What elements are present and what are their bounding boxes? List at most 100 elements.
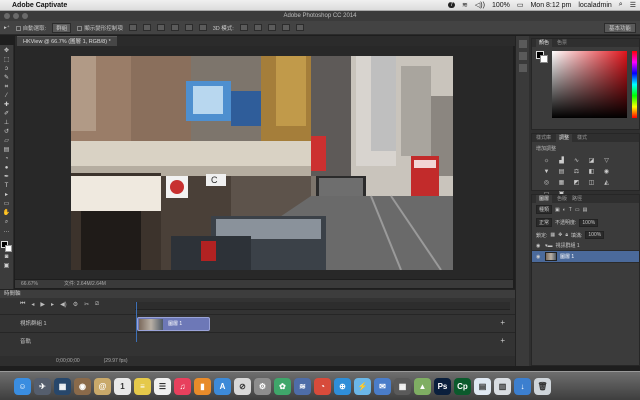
quick-select-tool-icon[interactable]: ✎ <box>3 75 11 82</box>
align-right-icon[interactable] <box>198 24 207 31</box>
notification-center-icon[interactable]: ☰ <box>630 1 636 9</box>
properties-panel-icon[interactable] <box>518 52 527 60</box>
dock-document-icon[interactable]: ▤ <box>474 377 491 395</box>
visibility-eye-icon[interactable]: ◉ <box>536 254 542 260</box>
minimize-window-button[interactable] <box>13 13 19 19</box>
file-size-info[interactable]: 文件: 2.64M/2.64M <box>64 280 106 288</box>
battery-icon[interactable]: ▭ <box>517 1 524 9</box>
dock-captivate-icon[interactable]: Cp <box>454 377 471 395</box>
prev-frame-icon[interactable]: ◂ <box>31 301 34 308</box>
color-balance-icon[interactable]: ⚖ <box>572 168 581 176</box>
black-white-icon[interactable]: ◧ <box>587 168 596 176</box>
dock-contacts-icon[interactable]: @ <box>94 377 111 395</box>
color-picker-field[interactable] <box>552 51 627 118</box>
zoom-tool-icon[interactable]: ⌕ <box>3 219 11 226</box>
go-to-first-frame-icon[interactable]: ⏮ <box>20 301 25 308</box>
playhead[interactable] <box>136 302 137 342</box>
tab-color[interactable]: 顏色 <box>536 39 553 47</box>
lock-position-icon[interactable]: ✥ <box>558 232 562 238</box>
add-audio-icon[interactable]: + <box>500 336 505 345</box>
dock-photoshop-icon[interactable]: Ps <box>434 377 451 395</box>
gradient-tool-icon[interactable]: ▤ <box>3 147 11 154</box>
dock-appstore-icon[interactable]: A <box>214 377 231 395</box>
visibility-eye-icon[interactable]: ◉ <box>536 243 542 249</box>
video-track-label[interactable]: 視訊群組 1 <box>20 319 47 327</box>
history-panel-icon[interactable] <box>518 40 527 48</box>
drag-3d-icon[interactable] <box>267 24 276 31</box>
tab-channels[interactable]: 色版 <box>557 195 567 203</box>
tab-styles[interactable]: 樣式 <box>577 134 587 142</box>
timeline-ruler[interactable] <box>135 302 510 310</box>
align-top-icon[interactable] <box>128 24 137 31</box>
filter-type-icon[interactable]: T <box>569 207 572 213</box>
dock-safari-icon[interactable]: ⊕ <box>334 377 351 395</box>
lock-pixels-icon[interactable]: ▦ <box>550 232 555 238</box>
layer-row[interactable]: ◉ 圖層 1 <box>532 251 639 263</box>
street-photo[interactable]: C C <box>71 56 453 270</box>
spotlight-icon[interactable]: ⌕ <box>619 1 623 9</box>
audio-track-label[interactable]: 音軌 <box>20 337 31 345</box>
zoom-level[interactable]: 66.67% <box>21 280 38 288</box>
tab-libraries[interactable]: 樣式庫 <box>536 134 551 142</box>
dock-mission-control-icon[interactable]: ▦ <box>54 377 71 395</box>
dock-folder-icon[interactable]: ▥ <box>494 377 511 395</box>
layer-group-row[interactable]: ◉ ▾▬ 視訊群組 1 <box>532 241 639 251</box>
align-left-icon[interactable] <box>170 24 179 31</box>
play-icon[interactable]: ▶ <box>40 301 45 308</box>
align-middle-icon[interactable] <box>142 24 151 31</box>
menubar-clock[interactable]: Mon 8:12 pm <box>530 2 571 9</box>
scale-3d-icon[interactable] <box>295 24 304 31</box>
dock-prefs-icon[interactable]: ⚙ <box>254 377 271 395</box>
dock-notes-icon[interactable]: ≡ <box>134 377 151 395</box>
dock-mail-icon[interactable]: ✉ <box>374 377 391 395</box>
filter-adjust-icon[interactable]: ◐ <box>563 207 566 213</box>
exposure-icon[interactable]: ◪ <box>587 157 596 165</box>
quick-mask-icon[interactable]: ◙ <box>3 254 11 261</box>
background-color[interactable] <box>5 245 12 252</box>
crop-tool-icon[interactable]: ⌗ <box>3 84 11 91</box>
screen-mode-icon[interactable]: ▣ <box>3 263 11 270</box>
next-frame-icon[interactable]: ▸ <box>51 301 54 308</box>
eyedropper-tool-icon[interactable]: ⁄ <box>3 93 11 100</box>
align-bottom-icon[interactable] <box>156 24 165 31</box>
hand-tool-icon[interactable]: ✋ <box>3 210 11 217</box>
stamp-tool-icon[interactable]: ⊥ <box>3 120 11 127</box>
tab-paths[interactable]: 路徑 <box>572 195 582 203</box>
show-transform-checkbox[interactable] <box>77 25 83 31</box>
move-tool-icon[interactable]: ▸⁺ <box>4 25 10 31</box>
audio-mute-icon[interactable]: ◀) <box>60 301 67 308</box>
rotate-3d-icon[interactable] <box>239 24 248 31</box>
dock-itunes-icon[interactable]: ♫ <box>174 377 191 395</box>
dock-maps-icon[interactable]: ▲ <box>414 377 431 395</box>
brush-tool-icon[interactable]: ✐ <box>3 111 11 118</box>
type-tool-icon[interactable]: T <box>3 183 11 190</box>
slide-3d-icon[interactable] <box>281 24 290 31</box>
menubar-user[interactable]: localadmin <box>578 2 611 9</box>
dock-parental-icon[interactable]: ⊘ <box>234 377 251 395</box>
info-panel-icon[interactable] <box>518 64 527 72</box>
color-lookup-icon[interactable]: ▦ <box>557 179 566 187</box>
dock-chrome-icon[interactable]: ◔ <box>314 377 331 395</box>
fill-input[interactable]: 100% <box>585 231 605 239</box>
add-media-icon[interactable]: + <box>500 318 505 327</box>
dock-thunder-icon[interactable]: ⚡ <box>354 377 371 395</box>
dock-reminders-icon[interactable]: ☰ <box>154 377 171 395</box>
channel-mixer-icon[interactable]: ◎ <box>542 179 551 187</box>
healing-tool-icon[interactable]: ✚ <box>3 102 11 109</box>
transition-icon[interactable]: ⧄ <box>95 301 99 308</box>
posterize-icon[interactable]: ◫ <box>587 179 596 187</box>
marquee-tool-icon[interactable]: ⬚ <box>3 57 11 64</box>
hue-saturation-icon[interactable]: ▤ <box>557 168 566 176</box>
workspace-dropdown[interactable]: 基本功能 <box>603 22 636 33</box>
rectangle-tool-icon[interactable]: ▭ <box>3 201 11 208</box>
invert-icon[interactable]: ◩ <box>572 179 581 187</box>
zoom-window-button[interactable] <box>22 13 28 19</box>
pen-tool-icon[interactable]: ✒ <box>3 174 11 181</box>
blend-mode-dropdown[interactable]: 正常 <box>536 218 553 227</box>
align-center-icon[interactable] <box>184 24 193 31</box>
panel-background-swatch[interactable] <box>540 55 548 63</box>
levels-icon[interactable]: ▟ <box>557 157 566 165</box>
lasso-tool-icon[interactable]: ↄ <box>3 66 11 73</box>
auto-select-dropdown[interactable]: 群組 <box>52 22 72 33</box>
tab-swatches[interactable]: 色票 <box>557 39 567 47</box>
